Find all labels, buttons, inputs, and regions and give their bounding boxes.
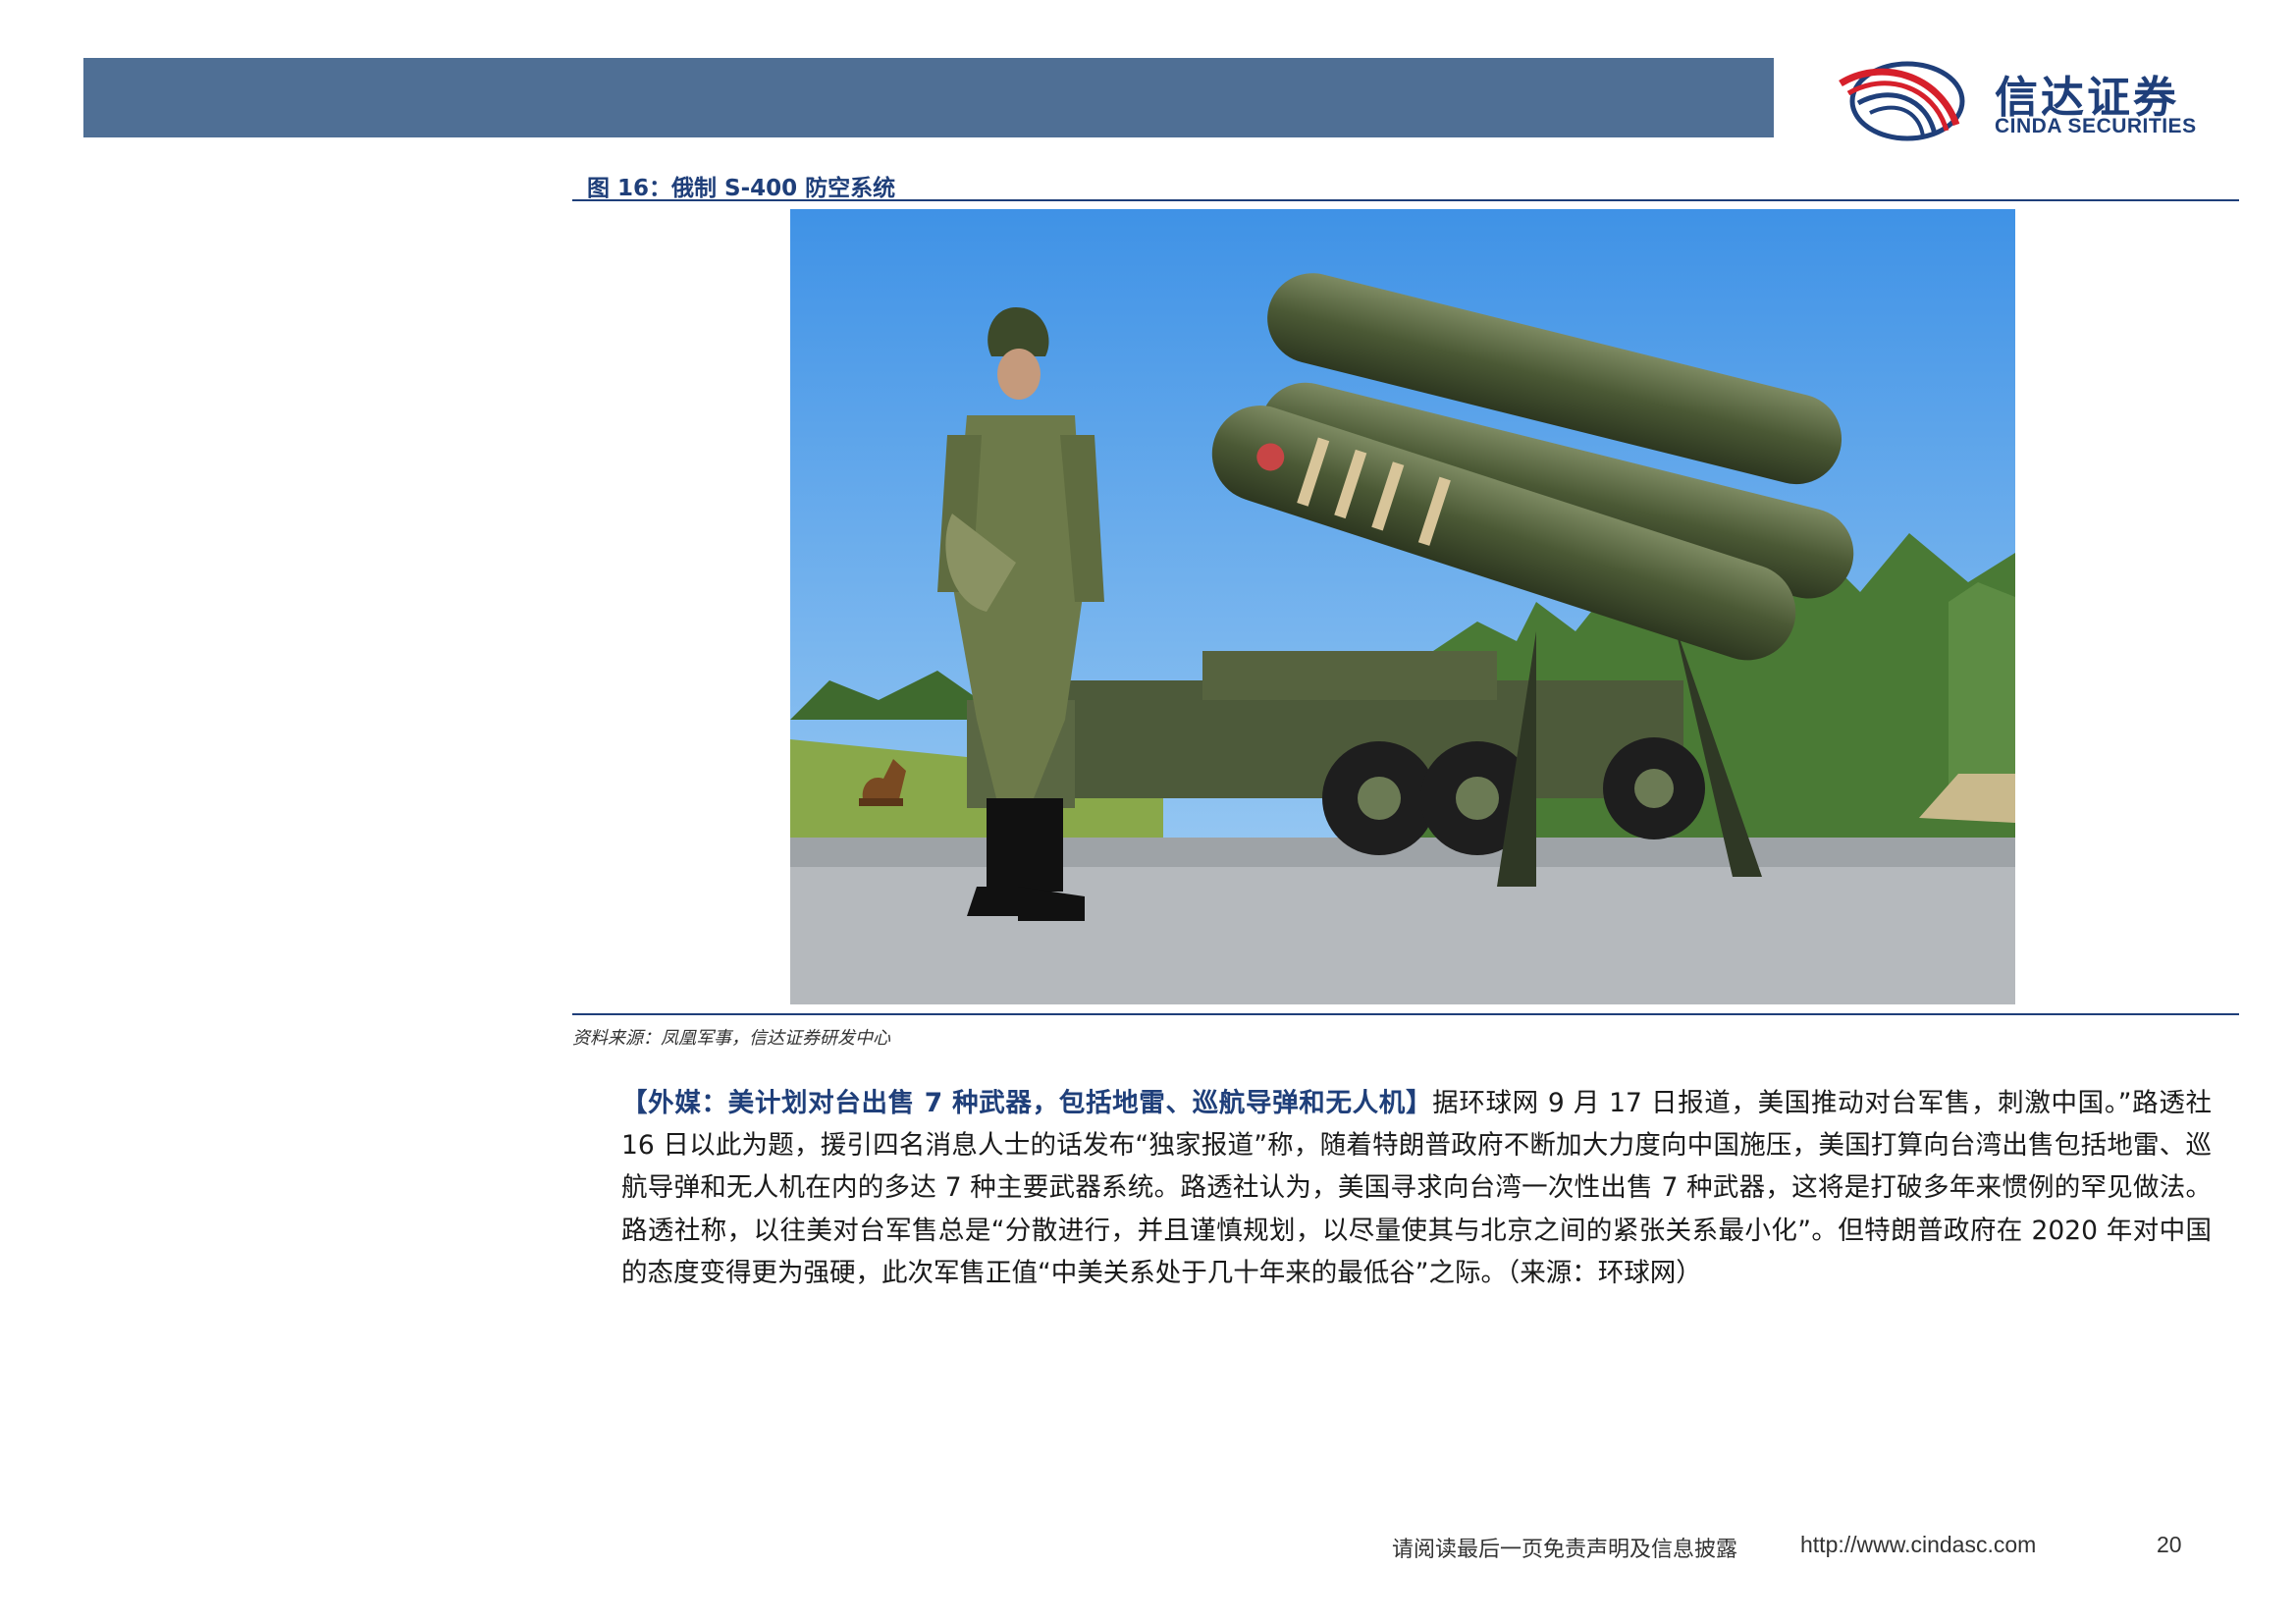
figure-source: 资料来源：凤凰军事，信达证券研发中心 bbox=[572, 1028, 890, 1049]
cinda-logo-icon bbox=[1839, 61, 1965, 141]
caption-divider bbox=[572, 199, 2239, 201]
source-divider bbox=[572, 1013, 2239, 1015]
cinda-logo: 信达证券 CINDA SECURITIES bbox=[1831, 54, 2233, 142]
s400-illustration bbox=[790, 209, 2015, 1004]
page-number: 20 bbox=[2157, 1532, 2182, 1557]
logo-english-name: CINDA SECURITIES bbox=[1995, 115, 2197, 137]
footer-disclaimer: 请阅读最后一页免责声明及信息披露 bbox=[1392, 1538, 1738, 1562]
s400-photo bbox=[790, 209, 2015, 1004]
figure-caption: 图 16：俄制 S-400 防空系统 bbox=[587, 176, 896, 201]
article-paragraph: 【外媒：美计划对台出售 7 种武器，包括地雷、巡航导弹和无人机】据环球网 9 月… bbox=[621, 1082, 2212, 1294]
article-lead: 【外媒：美计划对台出售 7 种武器，包括地雷、巡航导弹和无人机】 bbox=[621, 1088, 1433, 1118]
header-bar bbox=[83, 58, 1774, 137]
footer-url[interactable]: http://www.cindasc.com bbox=[1800, 1532, 2036, 1558]
